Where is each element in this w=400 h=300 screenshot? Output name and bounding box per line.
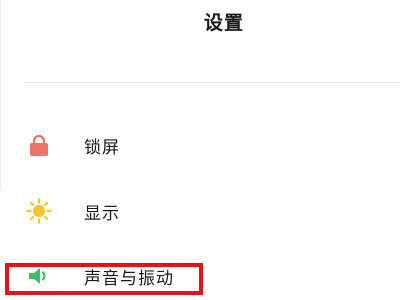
sun-icon [26, 198, 52, 224]
settings-item-label: 显示 [84, 204, 120, 224]
lock-icon [26, 132, 52, 158]
speaker-icon [26, 263, 52, 289]
page-title: 设置 [203, 12, 244, 34]
settings-item-lock-screen[interactable]: 锁屏 [0, 124, 400, 164]
header-divider [24, 82, 400, 83]
settings-item-label: 锁屏 [84, 138, 120, 158]
header: 设置 [0, 0, 400, 70]
settings-item-label: 声音与振动 [84, 269, 174, 289]
settings-item-display[interactable]: 显示 [0, 190, 400, 230]
settings-item-sound-vibration[interactable]: 声音与振动 [0, 255, 400, 295]
